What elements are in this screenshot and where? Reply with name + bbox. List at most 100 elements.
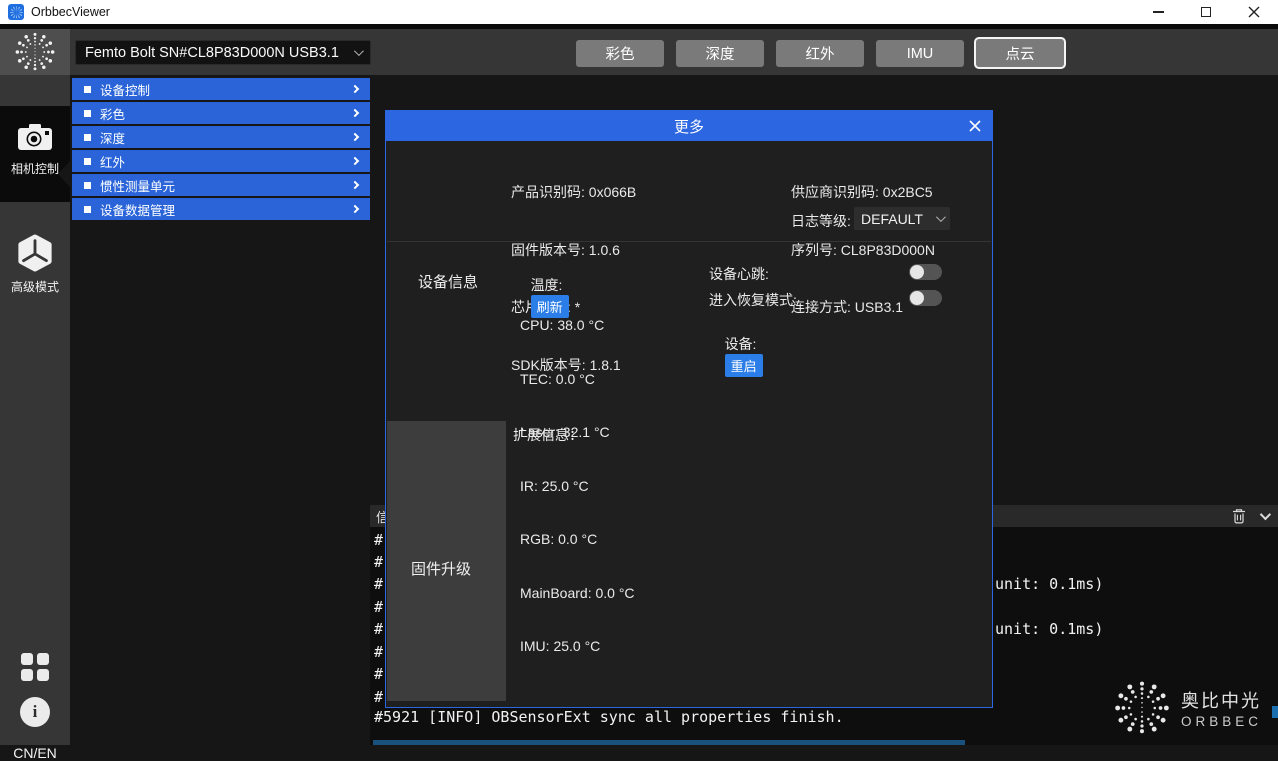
dialog-header[interactable]: 更多	[386, 111, 992, 141]
control-menu: 设备控制 彩色 深度 红外 惯性测量单元 设备数据管理	[72, 78, 370, 222]
temp-cpu: CPU: 38.0 °C	[520, 317, 635, 333]
chevron-down-icon	[936, 212, 946, 222]
chevron-right-icon	[351, 133, 359, 141]
apps-grid-button[interactable]	[19, 651, 51, 688]
log-line: #	[374, 665, 383, 683]
sidebar-item-label: 高级模式	[11, 278, 59, 295]
brand-name-en: ORBBEC	[1181, 714, 1262, 729]
log-line: #	[374, 575, 383, 593]
recovery-mode-label: 进入恢复模式:	[709, 290, 797, 310]
temp-tec: TEC: 0.0 °C	[520, 371, 635, 387]
stream-button-depth[interactable]: 深度	[676, 40, 764, 67]
maximize-button[interactable]	[1182, 0, 1230, 24]
selected-item-notch	[58, 161, 70, 187]
log-level-label: 日志等级:	[791, 211, 851, 231]
bullet-icon	[84, 86, 91, 93]
chevron-right-icon	[351, 157, 359, 165]
toggle-knob	[910, 265, 924, 279]
restart-button[interactable]: 重启	[725, 354, 763, 377]
temp-rgb: RGB: 0.0 °C	[520, 531, 635, 547]
device-info-right-column: 供应商识别码: 0x2BC5 序列号: CL8P83D000N 连接方式: US…	[791, 150, 935, 355]
sidebar-item-advanced-mode[interactable]: 高级模式	[0, 232, 70, 298]
heartbeat-toggle[interactable]	[909, 264, 942, 280]
menu-item-color[interactable]: 彩色	[72, 102, 370, 124]
log-line: #	[374, 688, 383, 706]
horizontal-scrollbar[interactable]	[373, 740, 965, 745]
device-select-value: Femto Bolt SN#CL8P83D000N USB3.1	[85, 45, 339, 61]
menu-item-label: 惯性测量单元	[100, 176, 175, 195]
menu-item-label: 设备数据管理	[100, 200, 175, 219]
vertical-scrollbar[interactable]	[1272, 706, 1278, 718]
section-divider	[387, 241, 991, 242]
log-line: #	[374, 643, 383, 661]
bullet-icon	[84, 182, 91, 189]
dialog-title: 更多	[674, 116, 704, 137]
minimize-icon	[1153, 11, 1164, 13]
sidebar-item-camera-control[interactable]: 相机控制	[0, 106, 70, 202]
device-restart-row: 设备: 重启	[709, 318, 763, 393]
log-level-select[interactable]: DEFAULT	[854, 207, 950, 230]
firmware-upgrade-label: 固件升级	[411, 558, 471, 579]
chevron-down-icon	[354, 46, 364, 56]
log-line: #	[374, 620, 383, 638]
bullet-icon	[84, 206, 91, 213]
bullet-icon	[84, 134, 91, 141]
sidebar: 相机控制 高级模式 i CN/EN	[0, 29, 70, 745]
stream-button-ir[interactable]: 红外	[776, 40, 864, 67]
extension-info-label: 扩展信息：	[513, 425, 583, 445]
chevron-right-icon	[351, 85, 359, 93]
serial-number: 序列号: CL8P83D000N	[791, 240, 935, 260]
cube-icon	[16, 234, 54, 272]
vendor-id: 供应商识别码: 0x2BC5	[791, 182, 935, 202]
bullet-icon	[84, 158, 91, 165]
close-button[interactable]	[1230, 0, 1278, 24]
sidebar-item-label: 相机控制	[11, 160, 59, 177]
orbbec-branding: 奥比中光 ORBBEC	[1113, 679, 1262, 737]
recovery-mode-toggle[interactable]	[909, 290, 942, 306]
chevron-right-icon	[351, 181, 359, 189]
menu-item-depth[interactable]: 深度	[72, 126, 370, 148]
temp-ir: IR: 25.0 °C	[520, 478, 635, 494]
window-title: OrbbecViewer	[31, 5, 110, 19]
titlebar-divider	[0, 24, 1278, 29]
menu-item-device-control[interactable]: 设备控制	[72, 78, 370, 100]
device-select[interactable]: Femto Bolt SN#CL8P83D000N USB3.1	[75, 40, 371, 65]
minimize-button[interactable]	[1134, 0, 1182, 24]
menu-item-device-data[interactable]: 设备数据管理	[72, 198, 370, 220]
about-button[interactable]: i	[20, 697, 50, 727]
app-icon	[8, 4, 24, 20]
maximize-icon	[1201, 7, 1211, 17]
trash-icon[interactable]	[1232, 508, 1246, 524]
toggle-knob	[910, 291, 924, 305]
top-toolbar: Femto Bolt SN#CL8P83D000N USB3.1 彩色 深度 红…	[70, 29, 1278, 75]
menu-item-label: 设备控制	[100, 80, 150, 99]
grid-icon	[19, 651, 51, 683]
stream-button-imu[interactable]: IMU	[876, 40, 964, 67]
brand-name-cn: 奥比中光	[1181, 687, 1262, 713]
dialog-close-button[interactable]	[967, 118, 983, 134]
menu-item-imu[interactable]: 惯性测量单元	[72, 174, 370, 196]
product-id: 产品识别码: 0x066B	[511, 182, 636, 202]
language-toggle[interactable]: CN/EN	[0, 745, 70, 761]
stream-button-color[interactable]: 彩色	[576, 40, 664, 67]
menu-item-ir[interactable]: 红外	[72, 150, 370, 172]
collapse-chevron-icon[interactable]	[1260, 509, 1271, 520]
temp-mainboard: MainBoard: 0.0 °C	[520, 585, 635, 601]
menu-item-label: 彩色	[100, 104, 125, 123]
heartbeat-label: 设备心跳:	[709, 264, 769, 284]
log-line: #5921 [INFO] OBSensorExt sync all proper…	[374, 708, 844, 726]
stream-button-pointcloud[interactable]: 点云	[974, 37, 1066, 69]
section-tab-firmware-upgrade[interactable]: 固件升级	[387, 421, 506, 701]
log-level-value: DEFAULT	[861, 211, 923, 227]
firmware-version: 固件版本号: 1.0.6	[511, 240, 636, 260]
temp-imu: IMU: 25.0 °C	[520, 638, 635, 654]
temperature-list: CPU: 38.0 °C TEC: 0.0 °C Laser: 32.1 °C …	[520, 285, 635, 692]
close-icon	[968, 119, 982, 133]
log-line: #	[374, 531, 383, 549]
log-line: #	[374, 598, 383, 616]
section-tab-device-info[interactable]: 设备信息	[418, 271, 478, 292]
title-bar: OrbbecViewer	[0, 0, 1278, 24]
device-label: 设备:	[725, 336, 757, 352]
orbbec-logo-icon	[14, 31, 56, 73]
log-line: unit: 0.1ms)	[995, 620, 1103, 638]
